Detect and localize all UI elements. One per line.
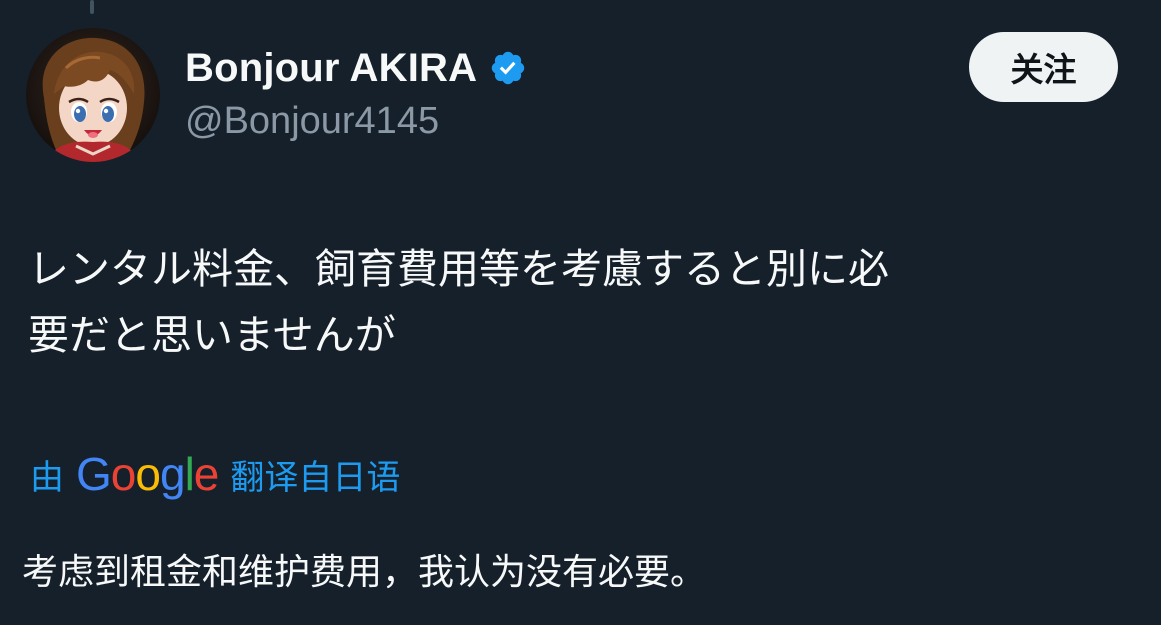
translation-attribution[interactable]: 由 Google 翻译自日语 <box>30 446 400 502</box>
translation-source-language: 翻译自日语 <box>230 457 401 498</box>
tweet-text: レンタル料金、飼育費用等を考慮すると別に必 要だと思いませんが <box>28 245 889 359</box>
thread-connector-line <box>90 0 94 14</box>
author-display-name[interactable]: Bonjour AKIRA <box>185 45 527 91</box>
google-logo: Google <box>76 448 219 500</box>
follow-button[interactable]: 关注 <box>969 32 1118 102</box>
author-handle[interactable]: @Bonjour4145 <box>185 100 439 143</box>
verified-badge-icon <box>489 49 527 87</box>
translated-tweet-text: 考虑到租金和维护费用，我认为没有必要。 <box>22 552 707 593</box>
avatar-image <box>26 28 160 162</box>
author-name-text: Bonjour AKIRA <box>185 45 478 90</box>
avatar[interactable] <box>26 28 160 162</box>
translation-prefix: 由 <box>30 457 64 498</box>
